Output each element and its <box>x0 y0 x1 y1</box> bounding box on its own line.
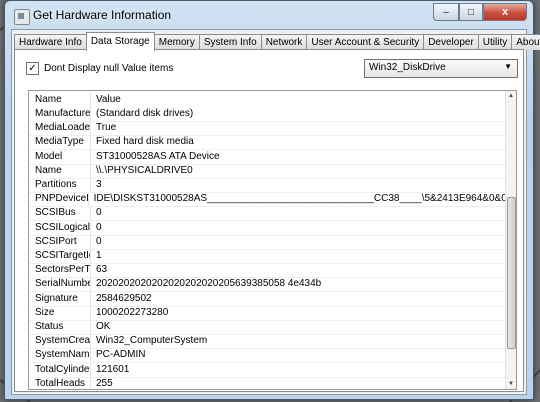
close-button[interactable]: x <box>483 3 527 21</box>
checkmark-icon: ✓ <box>28 62 37 74</box>
table-row[interactable]: MediaType Fixed hard disk media <box>29 135 505 151</box>
table-row[interactable]: Signature 2584629502 <box>29 291 505 307</box>
table-row[interactable]: SystemName PC-ADMIN <box>29 348 505 364</box>
property-value-cell: IDE\DISKST31000528AS____________________… <box>93 193 505 205</box>
chevron-down-icon[interactable]: ▼ <box>504 62 512 71</box>
property-name-cell: Model <box>29 149 91 164</box>
property-value-cell: (Standard disk drives) <box>96 108 194 119</box>
tab-hardware-info[interactable]: Hardware Info <box>14 34 87 50</box>
property-value-cell: 2584629502 <box>96 292 152 304</box>
property-value-cell: 121601 <box>96 363 130 375</box>
table-row[interactable]: Name \\.\PHYSICALDRIVE0 <box>29 163 505 179</box>
tab-strip: Hardware Info Data Storage Memory System… <box>14 32 540 51</box>
table-row[interactable]: SCSIBus 0 <box>29 206 505 222</box>
minimize-button[interactable]: – <box>433 3 459 21</box>
property-name-cell: SCSIBus <box>29 206 91 221</box>
column-header-value[interactable]: Value <box>91 93 121 107</box>
null-values-checkbox[interactable]: ✓ <box>26 62 39 75</box>
property-name-cell: PNPDeviceID <box>29 192 89 207</box>
property-name-cell: Name <box>29 163 91 178</box>
table-row[interactable]: MediaLoaded True <box>29 121 505 137</box>
property-name-cell: Manufacturer <box>29 107 91 121</box>
tab-memory[interactable]: Memory <box>153 34 200 50</box>
null-values-checkbox-label: Dont Display null Value items <box>44 63 174 74</box>
tab-network[interactable]: Network <box>260 34 308 50</box>
property-name-cell: MediaType <box>29 135 91 150</box>
property-value-cell: 3 <box>96 179 102 190</box>
table-row[interactable]: SCSITargetId 1 <box>29 249 505 264</box>
property-value-cell: ST31000528AS ATA Device <box>96 150 220 162</box>
property-name-cell: SerialNumber <box>29 277 91 292</box>
property-name-cell: SCSITargetId <box>29 249 91 263</box>
property-value-cell: 1 <box>96 250 102 261</box>
property-value-cell: OK <box>96 321 111 332</box>
properties-grid-body: Name Value Manufacturer (Standard disk dr… <box>29 91 505 389</box>
app-icon <box>14 9 30 25</box>
title-bar[interactable]: Get Hardware Information – □ x <box>5 1 533 31</box>
tab-data-storage[interactable]: Data Storage <box>85 32 155 51</box>
property-value-cell: 1000202273280 <box>96 306 169 318</box>
property-value-cell: \\.\PHYSICALDRIVE0 <box>96 164 193 176</box>
tab-system-info[interactable]: System Info <box>198 34 262 50</box>
property-name-cell: MediaLoaded <box>29 121 91 136</box>
property-name-cell: TotalCylinders <box>29 362 91 377</box>
table-row[interactable]: Partitions 3 <box>29 178 505 193</box>
table-row[interactable]: SectorsPerTrack 63 <box>29 263 505 279</box>
tab-developer[interactable]: Developer <box>423 34 479 50</box>
property-name-cell: SCSILogicalUnit <box>29 220 91 235</box>
property-value-cell: 0 <box>96 207 102 219</box>
null-values-option[interactable]: ✓ Dont Display null Value items <box>26 62 173 75</box>
maximize-button[interactable]: □ <box>459 3 483 21</box>
table-row[interactable]: SCSIPort 0 <box>29 234 505 250</box>
scrollbar-thumb[interactable] <box>507 197 516 349</box>
property-value-cell: 63 <box>96 264 108 276</box>
tab-user-account-security[interactable]: User Account & Security <box>306 34 425 50</box>
tab-utility[interactable]: Utility <box>477 34 513 50</box>
column-header-name[interactable]: Name <box>29 93 91 107</box>
property-name-cell: SystemName <box>29 348 91 363</box>
table-row[interactable]: SystemCreationClassName Win32_ComputerSys… <box>29 334 505 350</box>
wmi-class-select-value: Win32_DiskDrive <box>369 62 446 73</box>
table-row[interactable]: Size 1000202273280 <box>29 305 505 321</box>
property-value-cell: PC-ADMIN <box>96 349 146 361</box>
table-row[interactable]: TotalCylinders 121601 <box>29 362 505 378</box>
grid-header-row: Name Value <box>29 93 505 107</box>
caption-buttons: – □ x <box>433 3 527 21</box>
property-value-cell: 0 <box>96 221 102 233</box>
table-row[interactable]: Manufacturer (Standard disk drives) <box>29 107 505 122</box>
property-name-cell: SystemCreationClassName <box>29 334 91 349</box>
table-row[interactable]: SerialNumber 2020202020202020202020205639… <box>29 277 505 293</box>
tab-about[interactable]: About <box>511 34 540 50</box>
property-name-cell: SCSIPort <box>29 234 91 249</box>
property-name-cell: Size <box>29 305 91 320</box>
property-name-cell: Signature <box>29 291 91 306</box>
properties-grid[interactable]: Name Value Manufacturer (Standard disk dr… <box>28 90 517 390</box>
property-value-cell: 0 <box>96 235 102 247</box>
property-name-cell: SectorsPerTrack <box>29 263 91 278</box>
window-title: Get Hardware Information <box>33 8 172 22</box>
table-row[interactable]: SCSILogicalUnit 0 <box>29 220 505 236</box>
property-name-cell: Status <box>29 320 91 334</box>
app-window: Get Hardware Information – □ x Hardware … <box>4 0 540 400</box>
table-row[interactable]: PNPDeviceID IDE\DISKST31000528AS_________… <box>29 192 505 208</box>
scroll-down-arrow-icon[interactable]: ▼ <box>506 379 516 389</box>
property-value-cell: Win32_ComputerSystem <box>96 335 208 347</box>
table-row[interactable]: Model ST31000528AS ATA Device <box>29 149 505 165</box>
client-area: Hardware Info Data Storage Memory System… <box>11 29 540 395</box>
data-storage-panel: ✓ Dont Display null Value items Win32_Di… <box>14 49 524 392</box>
table-row[interactable]: TotalHeads 255 <box>29 376 505 389</box>
property-value-cell: 255 <box>96 377 113 389</box>
property-value-cell: True <box>96 122 117 134</box>
property-value-cell: 2020202020202020202020205639385058 4e434… <box>96 278 322 290</box>
table-row[interactable]: Status OK <box>29 320 505 335</box>
scroll-up-arrow-icon[interactable]: ▲ <box>506 91 516 101</box>
wmi-class-select[interactable]: Win32_DiskDrive ▼ <box>364 59 518 78</box>
property-name-cell: TotalHeads <box>29 376 91 389</box>
vertical-scrollbar[interactable]: ▲ ▼ <box>505 91 516 389</box>
property-name-cell: Partitions <box>29 178 91 192</box>
property-value-cell: Fixed hard disk media <box>96 136 194 148</box>
